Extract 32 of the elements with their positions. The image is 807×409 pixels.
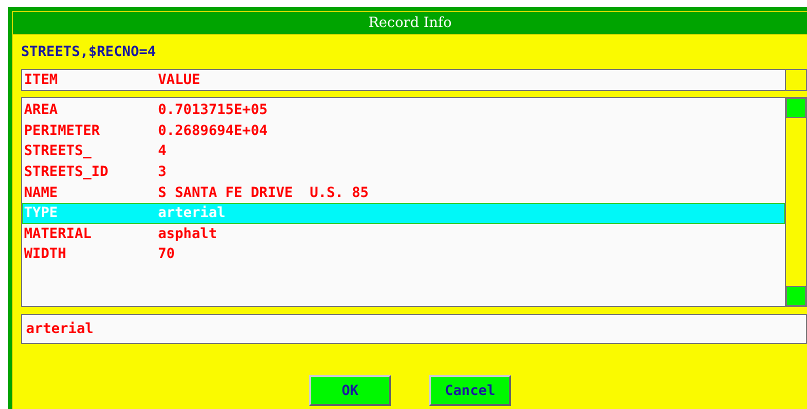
- ok-button[interactable]: OK: [309, 375, 391, 406]
- item-name: MATERIAL: [24, 226, 92, 242]
- column-heading: ITEM: [24, 72, 59, 88]
- list-row[interactable]: NAME S SANTA FE DRIVE U.S. 85: [22, 182, 785, 203]
- item-value: 70: [158, 246, 175, 262]
- list-row[interactable]: PERIMETER 0.2689694E+04: [22, 120, 785, 142]
- list-row[interactable]: AREA 0.7013715E+05: [22, 100, 785, 121]
- item-value: 0.7013715E+05: [158, 102, 268, 118]
- scrollbar[interactable]: [785, 98, 806, 306]
- list-row[interactable]: STREETS_ 4: [22, 141, 785, 162]
- value-field[interactable]: arterial: [21, 314, 807, 344]
- item-name: AREA: [24, 102, 59, 118]
- item-name: STREETS_: [24, 143, 92, 160]
- list-row[interactable]: MATERIAL asphalt: [22, 224, 785, 244]
- item-value: 3: [158, 164, 166, 180]
- cancel-button[interactable]: Cancel: [429, 375, 511, 406]
- item-name: TYPE: [24, 205, 59, 222]
- scroll-up-button[interactable]: [786, 98, 806, 118]
- item-value: asphalt: [158, 226, 218, 242]
- item-name: STREETS_ID: [24, 164, 110, 180]
- column-heading: VALUE: [158, 72, 200, 88]
- item-name: PERIMETER: [24, 122, 101, 139]
- item-value: S SANTA FE DRIVE U.S. 85: [158, 184, 369, 201]
- item-value: 4: [158, 143, 166, 160]
- list-row[interactable]: WIDTH 70: [22, 244, 785, 265]
- list-row[interactable]: STREETS_ID 3: [22, 162, 785, 182]
- item-value: arterial: [158, 205, 226, 222]
- scroll-down-button[interactable]: [786, 286, 806, 306]
- record-label: STREETS,$RECNO=4: [21, 44, 156, 60]
- item-name: NAME: [24, 184, 59, 201]
- item-name: WIDTH: [24, 246, 68, 262]
- item-value: 0.2689694E+04: [158, 122, 268, 139]
